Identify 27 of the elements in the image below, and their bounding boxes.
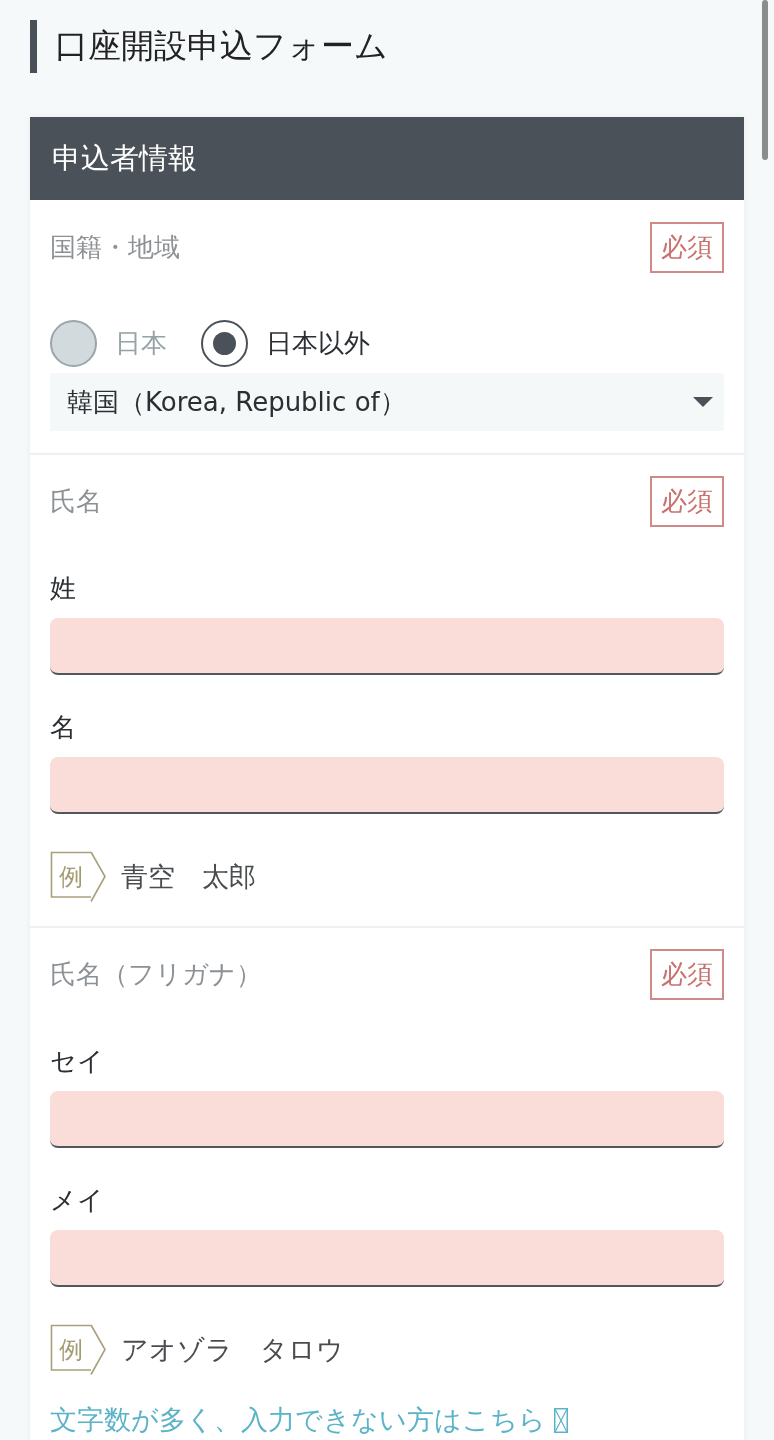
radio-button[interactable] bbox=[201, 320, 248, 367]
input-field[interactable] bbox=[50, 1091, 724, 1148]
input-label: 姓 bbox=[50, 573, 77, 603]
input-label: メイ bbox=[50, 1185, 105, 1215]
input-field[interactable] bbox=[50, 1230, 724, 1287]
radio-label[interactable]: 日本以外 bbox=[266, 326, 370, 361]
required-badge: 必須 bbox=[650, 476, 724, 527]
example-text: アオゾラ タロウ bbox=[121, 1332, 344, 1367]
country-select[interactable]: 韓国（Korea, Republic of） bbox=[50, 373, 724, 431]
crossed-box-icon bbox=[554, 1407, 568, 1433]
page-title: 口座開設申込フォーム bbox=[30, 20, 744, 73]
radio-button[interactable] bbox=[50, 320, 97, 367]
example-text: 青空 太郎 bbox=[121, 859, 256, 894]
field-label: 国籍・地域 bbox=[50, 231, 180, 264]
section-header: 申込者情報 bbox=[30, 117, 744, 200]
required-badge: 必須 bbox=[650, 949, 724, 1000]
input-label: 名 bbox=[50, 712, 77, 742]
caret-icon bbox=[693, 397, 713, 407]
input-field[interactable] bbox=[50, 757, 724, 814]
example-tag: 例 bbox=[50, 851, 106, 902]
example-tag: 例 bbox=[50, 1324, 106, 1375]
scrollbar-thumb[interactable] bbox=[762, 0, 768, 160]
field-label: 氏名 bbox=[50, 485, 102, 518]
input-field[interactable] bbox=[50, 618, 724, 675]
input-label: セイ bbox=[50, 1046, 105, 1076]
field-label: 氏名（フリガナ） bbox=[50, 958, 262, 991]
required-badge: 必須 bbox=[650, 222, 724, 273]
